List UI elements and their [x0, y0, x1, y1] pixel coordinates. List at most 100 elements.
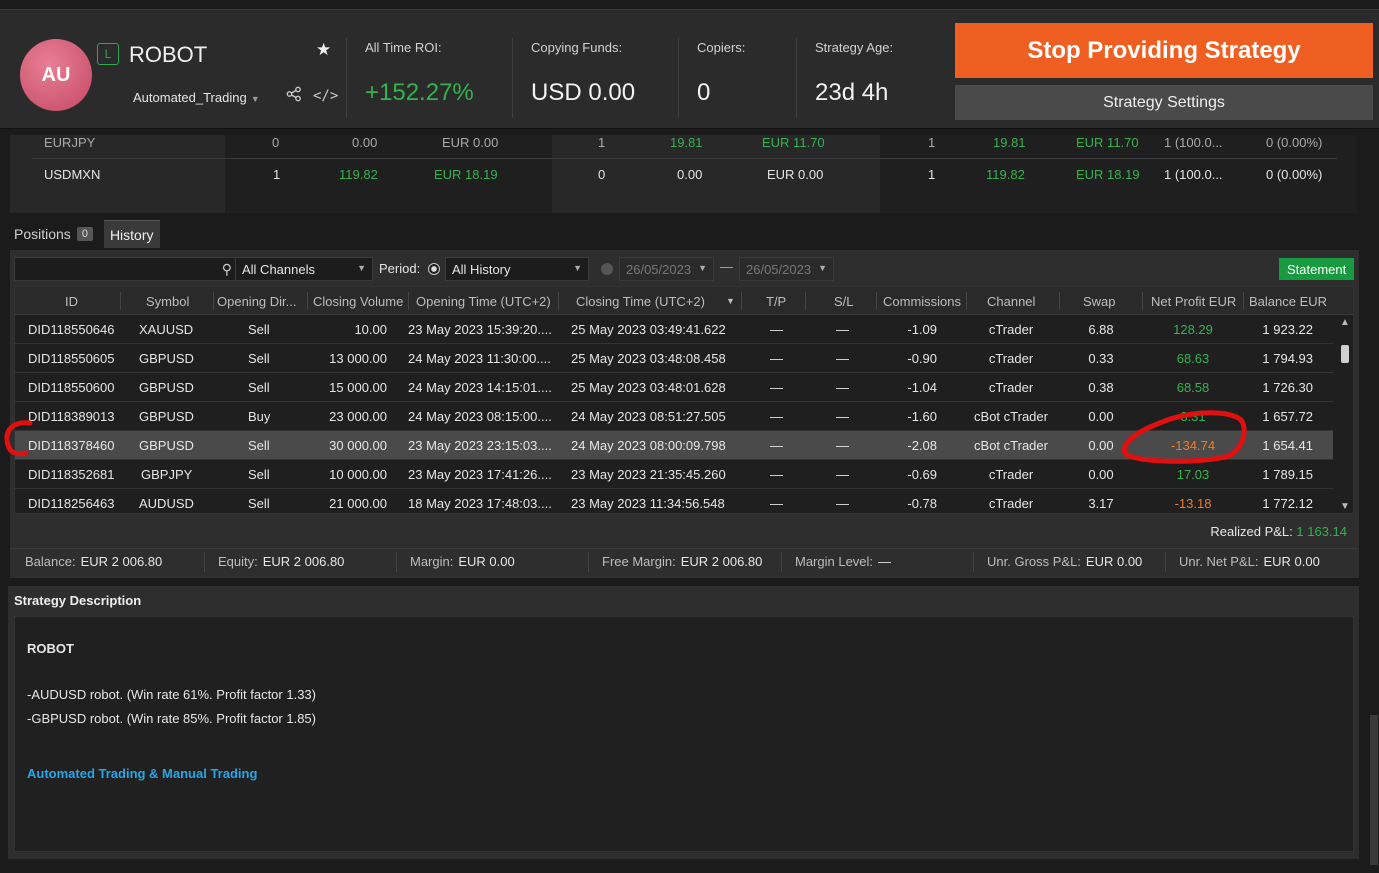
cell-symbol: GBPUSD — [139, 351, 194, 366]
cell-tp: — — [770, 351, 783, 366]
strategy-header: AU L ROBOT ★ Automated_Trading ▼ </> All … — [0, 9, 1379, 129]
cell-tp: — — [770, 380, 783, 395]
cell-swap: 0.33 — [1088, 351, 1114, 366]
cell-closing-time: 25 May 2023 03:49:41.622 — [571, 322, 726, 337]
balance-item: Balance: EUR 2 006.80 — [25, 554, 162, 569]
table-row[interactable]: DID118352681 GBPJPY Sell 10 000.00 23 Ma… — [15, 460, 1333, 489]
cell-swap: 3.17 — [1088, 496, 1114, 511]
chevron-down-icon: ▼ — [818, 263, 827, 273]
cell-net-profit: 68.63 — [1176, 351, 1210, 366]
sort-desc-icon[interactable]: ▼ — [726, 296, 735, 306]
column-header[interactable]: Closing Time (UTC+2) — [576, 294, 705, 309]
description-link[interactable]: Automated Trading & Manual Trading — [27, 766, 257, 781]
stat-copiers: Copiers: 0 — [678, 38, 795, 118]
table-row[interactable]: DID118389013 GBPUSD Buy 23 000.00 24 May… — [15, 402, 1333, 431]
cell-symbol: XAUUSD — [139, 322, 194, 337]
strategy-settings-button[interactable]: Strategy Settings — [955, 85, 1373, 120]
cell-balance: 1 794.93 — [1262, 351, 1313, 366]
cell-commissions: -0.90 — [907, 351, 937, 366]
scroll-down-icon[interactable]: ▼ — [1340, 501, 1350, 512]
cell-closing-time: 25 May 2023 03:48:01.628 — [571, 380, 726, 395]
period-radio-selected[interactable] — [428, 263, 440, 275]
table-row[interactable]: DID118550646 XAUUSD Sell 10.00 23 May 20… — [15, 315, 1333, 344]
column-header[interactable]: Net Profit EUR — [1151, 294, 1236, 309]
share-icon[interactable] — [286, 86, 302, 102]
column-header[interactable]: Channel — [987, 294, 1035, 309]
description-body: ROBOT -AUDUSD robot. (Win rate 61%. Prof… — [14, 616, 1354, 852]
cell-net-profit: 17.03 — [1176, 467, 1210, 482]
channels-dropdown[interactable]: All Channels ▼ — [235, 257, 373, 281]
column-header[interactable]: S/L — [834, 294, 854, 309]
statement-button[interactable]: Statement — [1279, 258, 1355, 280]
cell-channel: cBot cTrader — [974, 409, 1048, 424]
cell-balance: 1 772.12 — [1262, 496, 1313, 511]
item-value: EUR 2 006.80 — [80, 554, 163, 569]
column-header[interactable]: ID — [65, 294, 78, 309]
cell-swap: 0.00 — [1088, 409, 1114, 424]
cell-channel: cTrader — [988, 380, 1034, 395]
cell-opening-time: 23 May 2023 15:39:20.... — [408, 322, 552, 337]
description-line: -GBPUSD robot. (Win rate 85%. Profit fac… — [27, 711, 316, 726]
cell-volume: 13 000.00 — [329, 351, 387, 366]
account-selector[interactable]: Automated_Trading ▼ — [133, 90, 260, 105]
tab-history[interactable]: History — [103, 220, 160, 248]
search-icon: ⚲ — [221, 261, 232, 277]
date-from-picker[interactable]: 26/05/2023 ▼ — [619, 257, 714, 281]
cell-direction: Sell — [248, 322, 270, 337]
dropdown-value: 26/05/2023 — [746, 262, 812, 277]
cell-balance: 1 654.41 — [1262, 438, 1313, 453]
cell-symbol: AUDUSD — [139, 496, 194, 511]
cell-symbol: GBPUSD — [139, 409, 194, 424]
item-value: EUR 0.00 — [458, 554, 515, 569]
stat-value: USD 0.00 — [531, 79, 636, 106]
item-label: Free Margin: — [602, 554, 676, 569]
cell-volume: 10.00 — [354, 322, 387, 337]
embed-code-icon[interactable]: </> — [313, 88, 338, 104]
table-row[interactable]: DID118550605 GBPUSD Sell 13 000.00 24 Ma… — [15, 344, 1333, 373]
stat-label: Copying Funds: — [531, 40, 623, 55]
period-dropdown[interactable]: All History ▼ — [445, 257, 589, 281]
scrollbar-thumb[interactable] — [1341, 345, 1349, 363]
column-header[interactable]: Opening Time (UTC+2) — [416, 294, 551, 309]
filter-bar: ⚲ All Channels ▼ Period: All History ▼ 26/… — [10, 250, 1359, 284]
table-scrollbar[interactable]: ▲ ▼ — [1337, 315, 1353, 513]
table-row[interactable]: DID118256463 AUDUSD Sell 21 000.00 18 Ma… — [15, 489, 1333, 513]
chevron-down-icon: ▼ — [698, 263, 707, 273]
realized-value: 1 163.14 — [1296, 524, 1347, 539]
column-header[interactable]: Commissions — [883, 294, 961, 309]
stat-label: Strategy Age: — [815, 40, 894, 55]
dropdown-value: All Channels — [242, 262, 315, 277]
balance-item: Equity: EUR 2 006.80 — [218, 554, 344, 569]
search-input[interactable]: ⚲ — [14, 257, 238, 281]
cell-commissions: -1.04 — [907, 380, 937, 395]
page-scrollbar[interactable] — [1370, 715, 1378, 865]
cell: 119.82 — [339, 167, 378, 182]
star-icon[interactable]: ★ — [316, 40, 331, 60]
cell-volume: 23 000.00 — [329, 409, 387, 424]
scroll-up-icon[interactable]: ▲ — [1340, 317, 1350, 328]
item-label: Unr. Gross P&L: — [987, 554, 1081, 569]
column-header[interactable]: Closing Volume — [313, 294, 403, 309]
cell-balance: 1 726.30 — [1262, 380, 1313, 395]
balance-item: Free Margin: EUR 2 006.80 — [602, 554, 762, 569]
tab-positions[interactable]: Positions 0 — [8, 220, 99, 248]
item-label: Equity: — [218, 554, 258, 569]
column-header[interactable]: Opening Dir... — [217, 294, 297, 309]
column-header[interactable]: Symbol — [146, 294, 189, 309]
cell-channel: cTrader — [988, 496, 1034, 511]
stat-roi: All Time ROI: +152.27% — [346, 38, 511, 118]
table-row[interactable]: USDMXN 1 119.82 EUR 18.19 0 0.00 EUR 0.0… — [10, 159, 1357, 189]
column-header[interactable]: T/P — [766, 294, 786, 309]
column-header[interactable]: Balance EUR — [1249, 294, 1327, 309]
cell-volume: 10 000.00 — [329, 467, 387, 482]
column-header[interactable]: Swap — [1083, 294, 1116, 309]
table-row-selected[interactable]: DID118378460 GBPUSD Sell 30 000.00 23 Ma… — [15, 431, 1333, 460]
date-to-picker[interactable]: 26/05/2023 ▼ — [739, 257, 834, 281]
cell: EUR 18.19 — [1076, 167, 1140, 182]
stop-providing-strategy-button[interactable]: Stop Providing Strategy — [955, 23, 1373, 78]
avatar[interactable]: AU — [20, 39, 92, 111]
table-row[interactable]: EURJPY 0 0.00 EUR 0.00 1 19.81 EUR 11.70… — [10, 135, 1357, 157]
date-range-radio[interactable] — [601, 263, 613, 275]
cell: 0 (0.00%) — [1266, 135, 1323, 150]
table-row[interactable]: DID118550600 GBPUSD Sell 15 000.00 24 Ma… — [15, 373, 1333, 402]
